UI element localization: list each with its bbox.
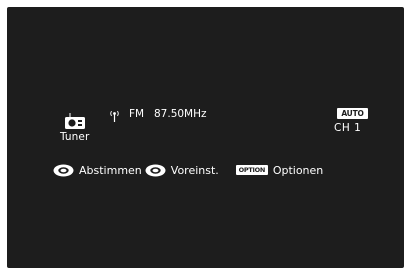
tuner-screen: Tuner FM 87.50MHz AUTO CH 1 Abstimmen Vo… — [7, 7, 404, 268]
preset-channel: CH 1 — [334, 122, 362, 134]
option-button-icon: OPTION — [235, 165, 268, 175]
hint-tune-label: Abstimmen — [79, 163, 142, 177]
auto-mode-badge: AUTO — [337, 108, 368, 119]
radio-icon — [65, 113, 85, 129]
knob-icon — [53, 164, 74, 177]
hint-options-label: Optionen — [272, 163, 324, 177]
antenna-signal-icon — [110, 107, 119, 122]
hint-preset-label: Voreinst. — [170, 163, 219, 177]
frequency-display: 87.50MHz — [154, 108, 207, 120]
source-label: Tuner — [60, 131, 90, 143]
band-label: FM — [129, 108, 145, 120]
knob-icon — [145, 164, 166, 177]
control-hints: Abstimmen Voreinst. OPTION Optionen — [53, 162, 326, 178]
